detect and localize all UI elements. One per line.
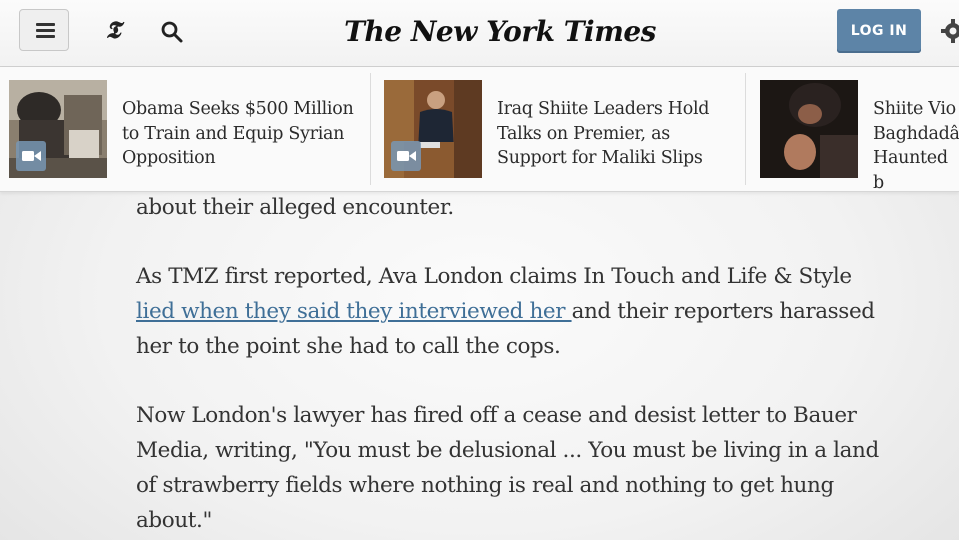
- story-thumbnail: [760, 80, 858, 178]
- article-paragraph: As TMZ first reported, Ava London claims…: [136, 259, 896, 364]
- article-text: As TMZ first reported, Ava London claims…: [136, 264, 852, 289]
- masthead-logo[interactable]: The New York Times: [340, 8, 660, 56]
- story-thumbnail: [9, 80, 107, 178]
- article-paragraph: Now London's lawyer has fired off a ceas…: [136, 403, 879, 533]
- gear-icon[interactable]: [940, 18, 959, 44]
- nyt-t-icon[interactable]: 𝕿: [101, 15, 125, 45]
- divider: [370, 73, 371, 185]
- top-header: 𝕿 The New York Times LOG IN: [0, 0, 959, 67]
- menu-button[interactable]: [19, 9, 69, 51]
- story-card[interactable]: Obama Seeks $500 Million to Train and Eq…: [0, 67, 370, 191]
- video-icon: [16, 141, 46, 171]
- story-headline[interactable]: Iraq Shiite Leaders Hold Talks on Premie…: [497, 97, 737, 171]
- story-thumbnail: [384, 80, 482, 178]
- article-link[interactable]: lied when they said they interviewed her: [136, 299, 572, 324]
- top-stories-strip: Obama Seeks $500 Million to Train and Eq…: [0, 67, 959, 193]
- login-button[interactable]: LOG IN: [837, 9, 921, 53]
- article-paragraph: about their alleged encounter.: [136, 195, 454, 220]
- story-card[interactable]: Iraq Shiite Leaders Hold Talks on Premie…: [375, 67, 745, 191]
- divider: [745, 73, 746, 185]
- search-icon[interactable]: [160, 20, 184, 44]
- video-icon: [391, 141, 421, 171]
- story-card[interactable]: Shiite Vio Baghdadâ Haunted b: [751, 67, 959, 193]
- story-headline[interactable]: Obama Seeks $500 Million to Train and Eq…: [122, 97, 362, 171]
- article-body: about their alleged encounter. As TMZ fi…: [136, 190, 896, 538]
- story-headline[interactable]: Shiite Vio Baghdadâ Haunted b: [873, 97, 959, 195]
